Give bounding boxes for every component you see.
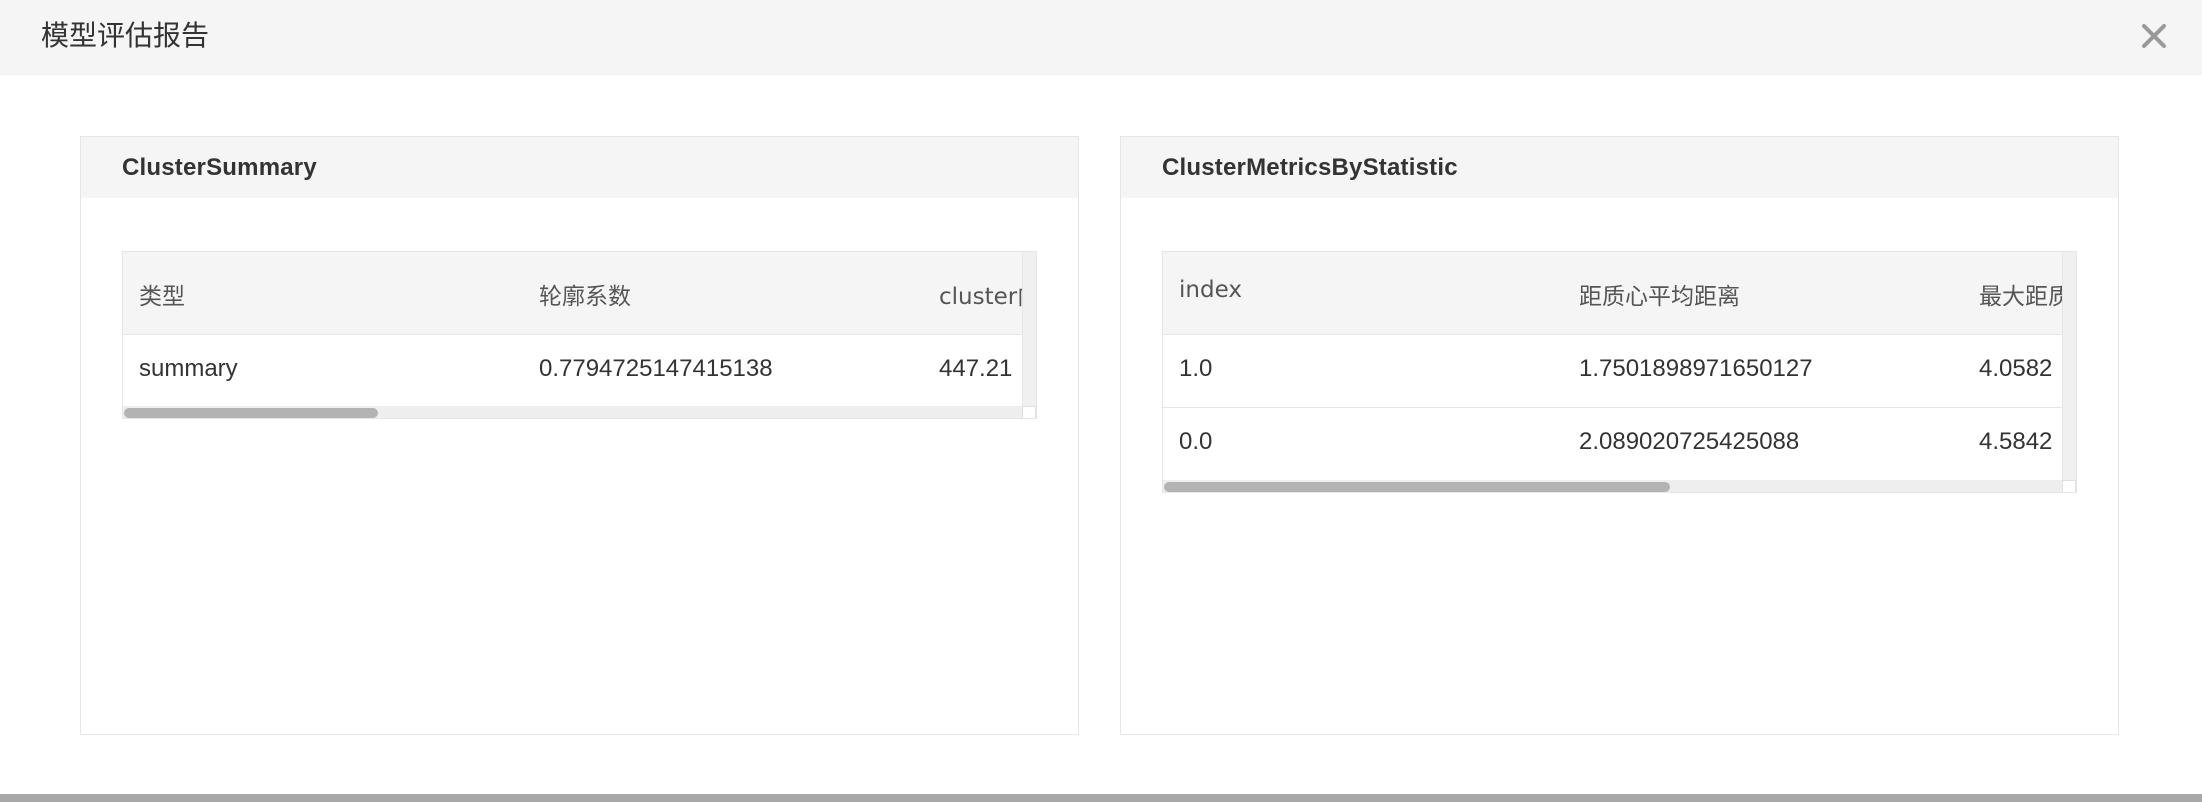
vertical-scrollbar[interactable] xyxy=(1022,252,1036,406)
table-row: 1.0 1.7501898971650127 4.0582 xyxy=(1163,334,2063,407)
column-header[interactable]: index xyxy=(1179,277,1242,303)
column-header[interactable]: 类型 xyxy=(139,277,185,311)
vertical-scrollbar[interactable] xyxy=(2062,252,2076,480)
table-cell: 1.0 xyxy=(1179,355,1213,382)
table-header-row: index 距质心平均距离 最大距质 xyxy=(1163,252,2063,334)
close-icon xyxy=(2142,24,2166,48)
close-button[interactable] xyxy=(2132,14,2176,58)
scrollbar-corner xyxy=(1022,406,1036,418)
horizontal-scrollbar[interactable] xyxy=(123,406,1036,418)
scrollbar-thumb[interactable] xyxy=(1164,482,1670,492)
panel-title: ClusterMetricsByStatistic xyxy=(1162,153,1458,181)
scrollbar-corner xyxy=(2062,480,2076,492)
panel-header: ClusterSummary xyxy=(81,137,1078,198)
table-row: 0.0 2.089020725425088 4.5842 xyxy=(1163,407,2063,480)
table-cell: 2.089020725425088 xyxy=(1579,428,1800,455)
scrollbar-thumb[interactable] xyxy=(124,408,378,418)
table-cell: 0.0 xyxy=(1179,428,1213,455)
table-cell: 4.0582 xyxy=(1979,355,2053,382)
table-cell: 0.7794725147415138 xyxy=(539,355,773,382)
table-cell: summary xyxy=(139,355,238,382)
cluster-metrics-panel: ClusterMetricsByStatistic index 距质心平均距离 … xyxy=(1120,136,2119,735)
cluster-summary-panel: ClusterSummary 类型 轮廓系数 cluster内 summary … xyxy=(80,136,1079,735)
modal-header: 模型评估报告 xyxy=(0,0,2202,75)
table-header-row: 类型 轮廓系数 cluster内 xyxy=(123,252,1023,334)
cluster-metrics-table: index 距质心平均距离 最大距质 1.0 1.750189897165012… xyxy=(1162,251,2077,493)
column-header[interactable]: cluster内 xyxy=(939,277,1023,311)
modal-title: 模型评估报告 xyxy=(41,19,210,52)
panel-title: ClusterSummary xyxy=(122,153,317,181)
column-header[interactable]: 距质心平均距离 xyxy=(1579,277,1740,311)
column-header[interactable]: 轮廓系数 xyxy=(539,277,631,311)
table-cell: 1.7501898971650127 xyxy=(1579,355,1813,382)
background-page-edge xyxy=(0,794,2202,802)
cluster-summary-table: 类型 轮廓系数 cluster内 summary 0.7794725147415… xyxy=(122,251,1037,419)
column-header[interactable]: 最大距质 xyxy=(1979,277,2063,311)
table-cell: 4.5842 xyxy=(1979,428,2053,455)
panel-header: ClusterMetricsByStatistic xyxy=(1121,137,2118,198)
evaluation-report-modal: 模型评估报告 ClusterSummary 类型 轮廓系数 cluster内 s… xyxy=(0,0,2202,794)
table-cell: 447.21 xyxy=(939,355,1013,382)
table-row: summary 0.7794725147415138 447.21 xyxy=(123,334,1023,407)
horizontal-scrollbar[interactable] xyxy=(1163,480,2076,492)
